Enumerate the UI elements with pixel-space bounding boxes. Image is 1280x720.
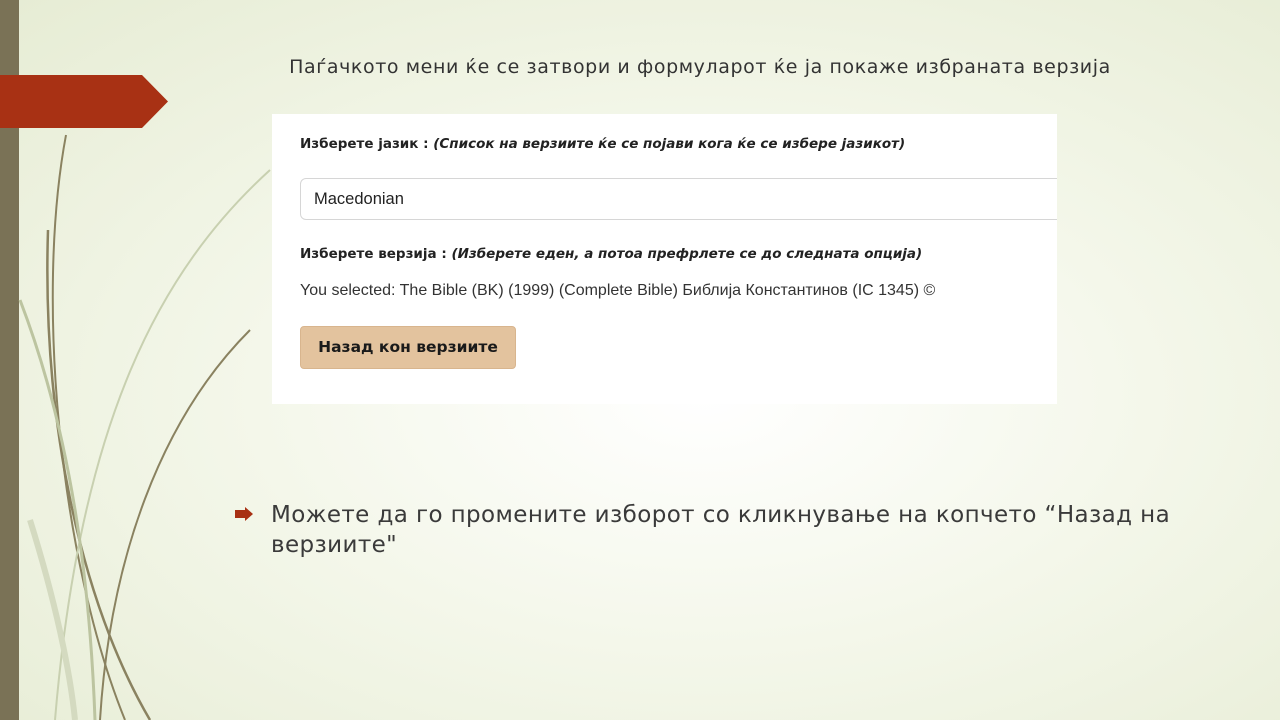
language-select[interactable]: Macedonian (300, 178, 1057, 220)
selected-version-text: You selected: The Bible (BK) (1999) (Com… (300, 282, 936, 299)
language-label-text: Изберете јазик : (300, 136, 429, 152)
form-screenshot: Изберете јазик : (Список на верзиите ќе … (272, 114, 1057, 404)
bullet-arrow-icon (235, 507, 253, 521)
version-label-text: Изберете верзија : (300, 246, 447, 262)
bullet-text: Можете да го промените изборот со кликну… (271, 502, 1171, 558)
version-label: Изберете верзија : (Изберете еден, а пот… (300, 246, 922, 262)
title-accent-tab (0, 75, 168, 128)
slide-title: Паѓачкото мени ќе се затвори и формуларо… (289, 56, 1111, 78)
language-label: Изберете јазик : (Список на верзиите ќе … (300, 136, 905, 152)
version-hint: (Изберете еден, а потоа префрлете се до … (451, 246, 923, 262)
language-hint: (Список на верзиите ќе се појави кога ќе… (433, 136, 906, 152)
back-to-versions-button[interactable]: Назад кон верзиите (300, 326, 516, 369)
